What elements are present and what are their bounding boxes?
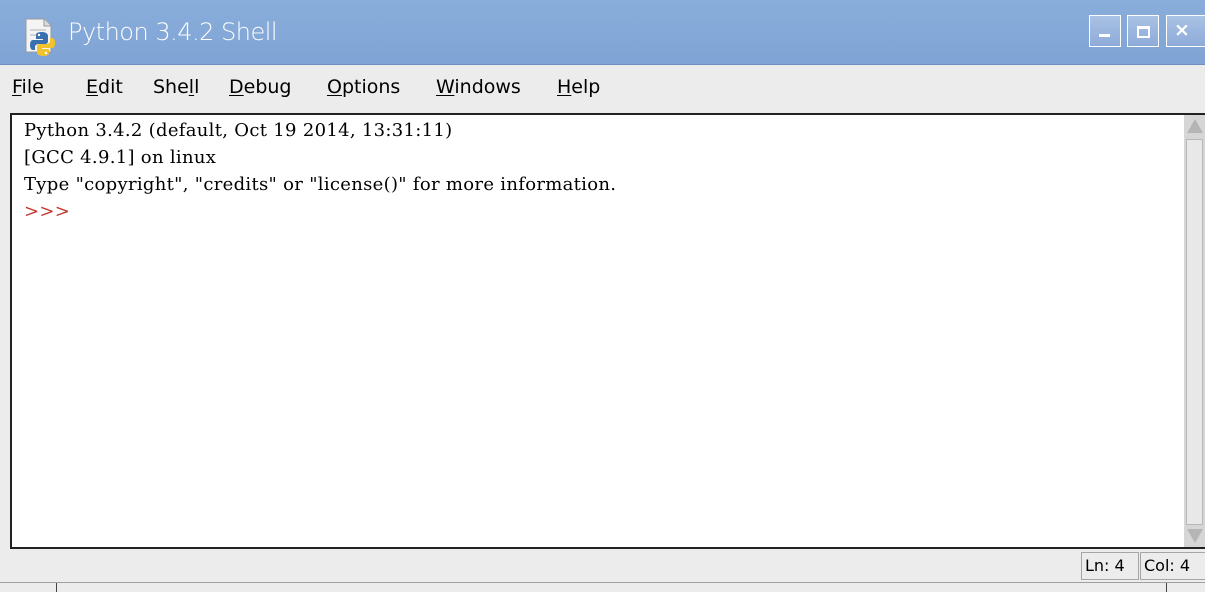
menu-debug-mnemonic: D xyxy=(229,76,244,98)
bottom-edge xyxy=(0,582,1205,592)
menu-debug[interactable]: Debug xyxy=(229,75,292,99)
minimize-icon xyxy=(1099,34,1110,37)
menu-help-mnemonic: H xyxy=(557,76,572,98)
shell-output-line: Python 3.4.2 (default, Oct 19 2014, 13:3… xyxy=(24,120,453,141)
menu-debug-label-post: ebug xyxy=(243,76,292,98)
shell-output-line: Type "copyright", "credits" or "license(… xyxy=(24,174,617,195)
menu-windows-label-post: indows xyxy=(454,76,521,98)
menu-windows-mnemonic: W xyxy=(436,76,455,98)
python-app-icon xyxy=(25,18,55,56)
vertical-scrollbar[interactable] xyxy=(1184,113,1205,549)
status-column-number: Col: 4 xyxy=(1140,552,1205,580)
window-title: Python 3.4.2 Shell xyxy=(68,18,278,46)
scroll-up-arrow-icon[interactable] xyxy=(1187,119,1203,133)
menu-shell-label-pre: She xyxy=(153,76,189,98)
menu-file[interactable]: File xyxy=(12,75,44,99)
menu-file-mnemonic: F xyxy=(12,76,22,98)
menu-edit[interactable]: Edit xyxy=(86,75,123,99)
menu-shell-label-post: l xyxy=(194,76,200,98)
menu-options-label-post: ptions xyxy=(341,76,401,98)
title-bar[interactable]: Python 3.4.2 Shell × xyxy=(0,0,1205,65)
menu-edit-label-post: dit xyxy=(98,76,123,98)
menu-options-mnemonic: O xyxy=(327,76,342,98)
menu-help[interactable]: Help xyxy=(557,75,600,99)
status-line-number: Ln: 4 xyxy=(1081,552,1139,580)
bottom-divider-right xyxy=(1166,583,1167,592)
bottom-divider-left xyxy=(56,583,57,592)
menu-file-label-post: ile xyxy=(21,76,44,98)
shell-prompt: >>> xyxy=(24,201,71,222)
menu-edit-mnemonic: E xyxy=(86,76,99,98)
maximize-icon xyxy=(1137,26,1150,38)
scrollbar-thumb[interactable] xyxy=(1186,139,1203,525)
shell-text-area[interactable]: Python 3.4.2 (default, Oct 19 2014, 13:3… xyxy=(10,113,1184,549)
shell-output-line: [GCC 4.9.1] on linux xyxy=(24,147,217,168)
menu-help-label-post: elp xyxy=(571,76,601,98)
scroll-down-arrow-icon[interactable] xyxy=(1187,529,1203,543)
minimize-button[interactable] xyxy=(1089,15,1121,47)
close-icon: × xyxy=(1174,19,1190,41)
menu-windows[interactable]: Windows xyxy=(436,75,521,99)
close-button[interactable]: × xyxy=(1166,15,1205,47)
menu-options[interactable]: Options xyxy=(327,75,400,99)
python-shell-window: Python 3.4.2 Shell × File Edit Shell Deb… xyxy=(0,0,1205,592)
menu-bar: File Edit Shell Debug Options Windows He… xyxy=(0,65,1205,110)
menu-shell[interactable]: Shell xyxy=(153,75,199,99)
status-bar: Ln: 4 Col: 4 xyxy=(10,551,1205,581)
maximize-button[interactable] xyxy=(1127,15,1159,47)
